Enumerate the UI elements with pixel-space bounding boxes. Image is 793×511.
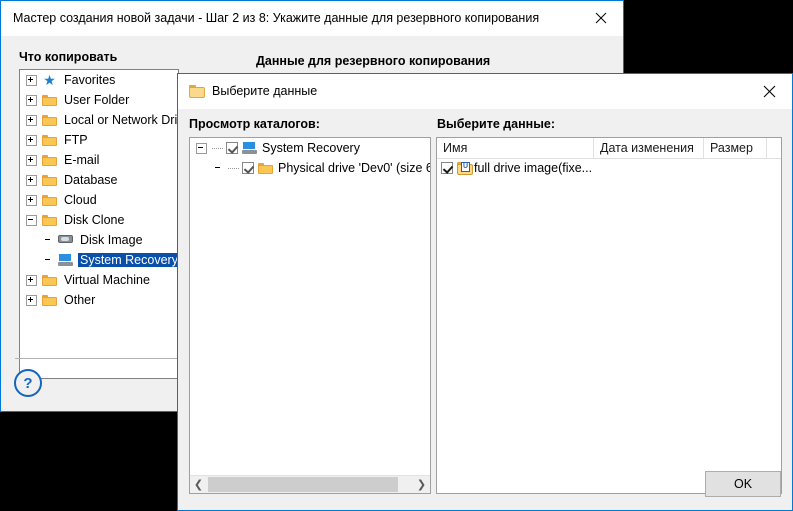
tree-item-label: Database xyxy=(64,173,118,187)
close-icon[interactable] xyxy=(746,74,792,108)
column-header-size[interactable]: Размер xyxy=(704,138,767,158)
dialog-body: Просмотр каталогов: Выберите данные: Sys… xyxy=(178,109,792,510)
folder-icon xyxy=(42,154,57,166)
tree-item-label: Cloud xyxy=(64,193,97,207)
expand-icon[interactable] xyxy=(26,154,37,166)
wizard-title: Мастер создания новой задачи - Шаг 2 из … xyxy=(13,11,540,25)
tree-item[interactable]: Disk Image xyxy=(20,230,178,250)
column-header-name[interactable]: Имя xyxy=(437,138,594,158)
dialog-titlebar: Выберите данные xyxy=(178,74,792,109)
tree-item-label: Favorites xyxy=(64,73,116,87)
tree-item-label: User Folder xyxy=(64,93,130,107)
folder-icon xyxy=(42,94,57,106)
folder-icon xyxy=(42,174,57,186)
folder-icon xyxy=(42,134,57,146)
horizontal-scrollbar[interactable]: ❮ ❯ xyxy=(190,475,430,493)
system-recovery-icon xyxy=(242,142,257,154)
catalog-tree-item[interactable]: System Recovery xyxy=(190,138,430,158)
what-to-copy-tree[interactable]: ★ Favorites User Folder Local or Network Dr… xyxy=(19,69,179,379)
expand-icon[interactable] xyxy=(26,134,37,146)
ok-button[interactable]: OK xyxy=(705,471,781,497)
expand-icon[interactable] xyxy=(26,114,37,126)
tree-connector-line xyxy=(228,167,240,169)
tree-item-label: Local or Network Driv xyxy=(64,113,179,127)
expand-icon[interactable] xyxy=(26,94,37,106)
chevron-right-icon[interactable]: ❯ xyxy=(413,476,430,493)
tree-item[interactable]: Disk Clone xyxy=(20,210,178,230)
tree-item-label: FTP xyxy=(64,133,88,147)
tree-item-label: Disk Image xyxy=(80,233,143,247)
catalog-tree[interactable]: System Recovery Physical drive 'Dev0' (si… xyxy=(190,138,430,178)
expand-icon[interactable] xyxy=(26,194,37,206)
expand-icon[interactable] xyxy=(26,294,37,306)
tree-item[interactable]: Database xyxy=(20,170,178,190)
close-icon[interactable] xyxy=(578,1,623,35)
tree-connector-line xyxy=(212,147,224,149)
catalog-tree-item-label: System Recovery xyxy=(262,141,360,155)
folder-icon xyxy=(42,194,57,206)
tree-item-label: System Recovery xyxy=(78,253,178,267)
folder-icon xyxy=(189,85,205,98)
tree-item[interactable]: FTP xyxy=(20,130,178,150)
folder-icon xyxy=(42,274,57,286)
item-checkbox[interactable] xyxy=(226,142,238,154)
list-item-name: full drive image(fixe... xyxy=(474,161,593,175)
tree-indent-spacer xyxy=(44,236,53,245)
item-checkbox[interactable] xyxy=(441,162,453,174)
tree-item[interactable]: Local or Network Driv xyxy=(20,110,178,130)
folder-icon xyxy=(258,162,273,174)
star-icon: ★ xyxy=(43,71,56,88)
what-to-copy-label: Что копировать xyxy=(19,50,118,64)
chevron-left-icon[interactable]: ❮ xyxy=(190,476,207,493)
dialog-title: Выберите данные xyxy=(212,84,318,98)
drive-image-file-icon: U xyxy=(457,161,473,175)
expand-icon[interactable] xyxy=(26,174,37,186)
tree-item-label: E-mail xyxy=(64,153,100,167)
expand-icon[interactable] xyxy=(26,274,37,286)
folder-icon xyxy=(42,294,57,306)
tree-item[interactable]: E-mail xyxy=(20,150,178,170)
select-data-dialog: Выберите данные Просмотр каталогов: Выбе… xyxy=(177,73,793,511)
tree-item[interactable]: System Recovery xyxy=(20,250,178,270)
tree-indent-spacer xyxy=(44,256,53,265)
column-header-filler xyxy=(767,138,781,158)
data-list-panel[interactable]: Имя Дата изменения Размер Ufull drive im… xyxy=(436,137,782,494)
tree-item[interactable]: Cloud xyxy=(20,190,178,210)
data-list-rows[interactable]: Ufull drive image(fixe... xyxy=(437,158,781,493)
drive-letter-badge: U xyxy=(461,161,470,172)
tree-item[interactable]: User Folder xyxy=(20,90,178,110)
tree-item-label: Other xyxy=(64,293,96,307)
collapse-icon[interactable] xyxy=(196,142,207,154)
list-item[interactable]: Ufull drive image(fixe... xyxy=(437,158,781,178)
help-icon[interactable]: ? xyxy=(14,369,42,397)
scrollbar-thumb[interactable] xyxy=(208,477,398,492)
wizard-titlebar: Мастер создания новой задачи - Шаг 2 из … xyxy=(1,1,623,36)
tree-item-label: Virtual Machine xyxy=(64,273,150,287)
expand-icon[interactable] xyxy=(26,74,37,86)
browse-catalogs-label: Просмотр каталогов: xyxy=(189,117,320,131)
folder-icon xyxy=(42,114,57,126)
disk-image-icon xyxy=(58,234,73,246)
catalog-tree-item-label: Physical drive 'Dev0' (size 60.0 xyxy=(278,161,430,175)
catalog-tree-item[interactable]: Physical drive 'Dev0' (size 60.0 xyxy=(190,158,430,178)
catalog-tree-panel[interactable]: System Recovery Physical drive 'Dev0' (si… xyxy=(189,137,431,494)
backup-data-label: Данные для резервного копирования xyxy=(256,54,491,68)
select-data-label: Выберите данные: xyxy=(437,117,556,131)
list-header: Имя Дата изменения Размер xyxy=(437,138,781,159)
tree-item[interactable]: Virtual Machine xyxy=(20,270,178,290)
folder-icon xyxy=(42,214,57,226)
column-header-date-modified[interactable]: Дата изменения xyxy=(594,138,704,158)
tree-item-label: Disk Clone xyxy=(64,213,125,227)
tree-indent-spacer xyxy=(214,164,223,173)
item-checkbox[interactable] xyxy=(242,162,254,174)
system-recovery-icon xyxy=(58,254,73,266)
tree-item[interactable]: ★ Favorites xyxy=(20,70,178,90)
collapse-icon[interactable] xyxy=(26,214,37,226)
tree-item[interactable]: Other xyxy=(20,290,178,310)
